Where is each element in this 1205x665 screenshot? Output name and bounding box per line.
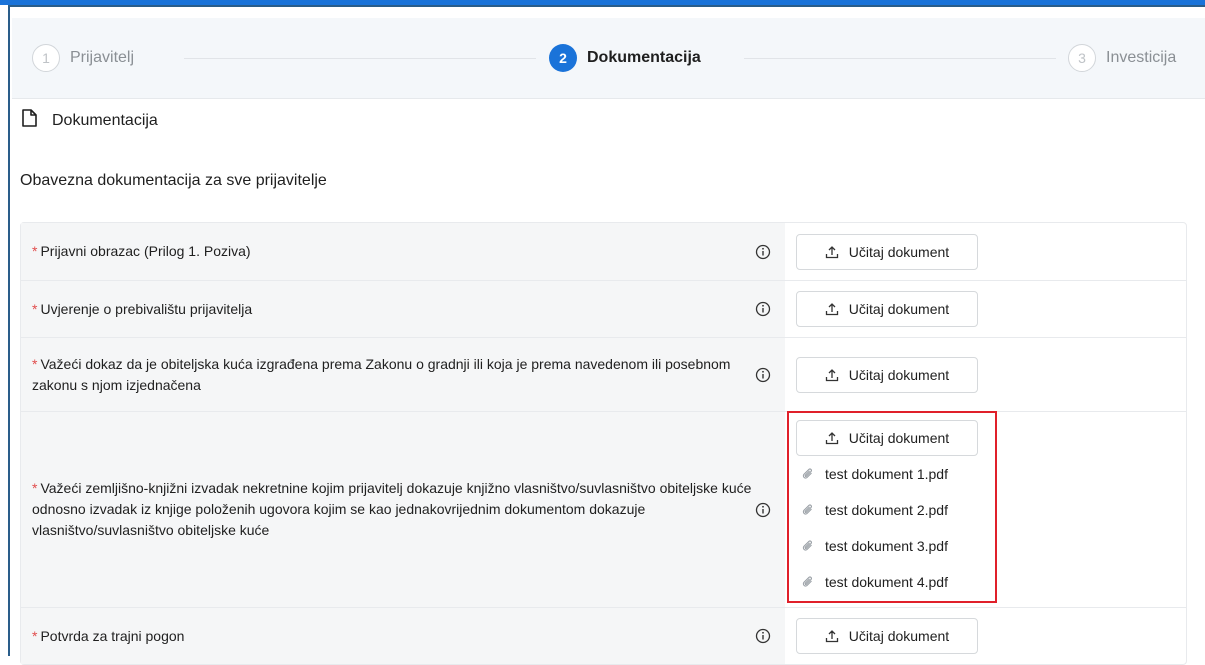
upload-label: Učitaj dokument — [848, 429, 950, 446]
file-name: test dokument 2.pdf — [825, 501, 948, 518]
step-label: Dokumentacija — [587, 49, 701, 66]
attached-file[interactable]: test dokument 1.pdf — [796, 456, 1186, 492]
document-label: Prijavni obrazac (Prilog 1. Poziva) — [40, 243, 251, 259]
table-row: * Prijavni obrazac (Prilog 1. Poziva) Uči… — [21, 223, 1186, 281]
info-icon[interactable] — [755, 367, 771, 383]
upload-icon — [825, 303, 838, 316]
document-label: Uvjerenje o prebivalištu prijavitelja — [40, 300, 253, 317]
step-investicija[interactable]: 3 Investicija — [1068, 40, 1176, 76]
document-label-cell: * Uvjerenje o prebivalištu prijavitelja — [21, 281, 785, 337]
required-marker: * — [32, 480, 38, 496]
upload-icon — [825, 431, 838, 444]
required-marker: * — [32, 300, 38, 317]
upload-button[interactable]: Učitaj dokument — [796, 356, 978, 393]
document-label-cell: * Prijavni obrazac (Prilog 1. Poziva) — [21, 223, 785, 280]
attached-file[interactable]: test dokument 2.pdf — [796, 492, 1186, 528]
info-icon[interactable] — [755, 244, 771, 260]
required-marker: * — [32, 627, 38, 644]
file-name: test dokument 1.pdf — [825, 465, 948, 482]
required-marker: * — [32, 243, 38, 259]
upload-icon — [825, 245, 838, 258]
document-label: Važeći dokaz da je obiteljska kuća izgra… — [32, 355, 731, 393]
info-icon[interactable] — [755, 628, 771, 644]
section-subtitle: Obavezna dokumentacija za sve prijavitel… — [20, 172, 327, 189]
document-label-cell: * Važeći dokaz da je obiteljska kuća izgr… — [21, 338, 785, 411]
paperclip-icon — [802, 539, 812, 551]
file-name: test dokument 3.pdf — [825, 537, 948, 554]
table-row: * Važeći dokaz da je obiteljska kuća izgr… — [21, 338, 1186, 412]
table-row: * Važeći zemljišno-knjižni izvadak nekret… — [21, 412, 1186, 608]
upload-button[interactable]: Učitaj dokument — [796, 291, 978, 327]
section-header: Dokumentacija — [20, 108, 158, 133]
upload-button[interactable]: Učitaj dokument — [796, 419, 978, 456]
step-label: Investicija — [1106, 49, 1177, 66]
info-icon[interactable] — [755, 301, 771, 317]
upload-button[interactable]: Učitaj dokument — [796, 618, 978, 654]
step-label: Prijavitelj — [70, 49, 135, 66]
document-icon — [20, 108, 38, 133]
step-prijavitelj[interactable]: 1 Prijavitelj — [32, 40, 134, 76]
document-label-cell: * Važeći zemljišno-knjižni izvadak nekret… — [21, 412, 785, 607]
paperclip-icon — [802, 467, 812, 479]
upload-label: Učitaj dokument — [848, 628, 950, 644]
required-marker: * — [32, 355, 38, 372]
step-number: 1 — [32, 44, 60, 72]
step-number: 2 — [549, 44, 577, 72]
upload-label: Učitaj dokument — [848, 366, 950, 383]
step-dokumentacija[interactable]: 2 Dokumentacija — [549, 40, 701, 76]
attached-file[interactable]: test dokument 4.pdf — [796, 564, 1186, 600]
document-action-cell: Učitaj dokument — [785, 338, 1186, 411]
section-title: Dokumentacija — [52, 111, 158, 129]
document-label: Potvrda za trajni pogon — [40, 627, 185, 644]
step-number: 3 — [1068, 44, 1096, 72]
document-action-cell: Učitaj dokument test dokument 1.pdf test… — [785, 412, 1186, 607]
document-label: Važeći zemljišno-knjižni izvadak nekretn… — [32, 480, 752, 538]
info-icon[interactable] — [755, 502, 771, 518]
upload-label: Učitaj dokument — [848, 301, 950, 317]
paperclip-icon — [802, 575, 812, 587]
attached-file[interactable]: test dokument 3.pdf — [796, 528, 1186, 564]
documents-table: * Prijavni obrazac (Prilog 1. Poziva) Uči… — [20, 222, 1187, 665]
step-connector — [744, 58, 1056, 59]
upload-button[interactable]: Učitaj dokument — [796, 233, 978, 270]
document-action-cell: Učitaj dokument — [785, 281, 1186, 337]
step-connector — [184, 58, 536, 59]
upload-label: Učitaj dokument — [848, 243, 950, 260]
paperclip-icon — [802, 503, 812, 515]
upload-icon — [825, 630, 838, 643]
file-name: test dokument 4.pdf — [825, 573, 948, 590]
upload-icon — [825, 368, 838, 381]
document-action-cell: Učitaj dokument — [785, 223, 1186, 280]
stepper: 1 Prijavitelj 2 Dokumentacija 3 Investic… — [12, 18, 1205, 99]
table-row: * Uvjerenje o prebivalištu prijavitelja U… — [21, 281, 1186, 338]
